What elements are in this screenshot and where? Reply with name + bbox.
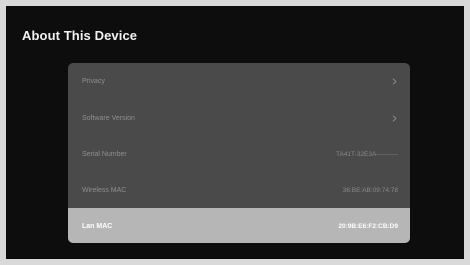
wireless-mac-value: 36:BE:AB:09:74:78 <box>342 186 398 194</box>
list-item-lan-mac[interactable]: Lan MAC 20:9B:E6:F2:CB:D9 <box>68 208 410 243</box>
list-item-wireless-mac[interactable]: Wireless MAC 36:BE:AB:09:74:78 <box>68 172 410 208</box>
settings-list: Privacy Software Version Serial Number T… <box>68 63 410 243</box>
serial-number-value: TA41T-32E3A---------- <box>336 150 398 158</box>
list-item-label: Serial Number <box>82 150 127 158</box>
chevron-right-icon <box>390 114 398 122</box>
device-frame: About This Device Privacy Software Versi… <box>0 0 470 265</box>
lan-mac-value: 20:9B:E6:F2:CB:D9 <box>338 222 398 230</box>
list-item-label: Privacy <box>82 77 105 85</box>
list-item-serial-number[interactable]: Serial Number TA41T-32E3A---------- <box>68 136 410 172</box>
tv-screen: About This Device Privacy Software Versi… <box>6 6 464 259</box>
list-item-label: Wireless MAC <box>82 186 127 194</box>
list-item-label: Lan MAC <box>82 222 113 230</box>
list-item-label: Software Version <box>82 114 135 122</box>
chevron-right-icon <box>390 77 398 85</box>
list-item-software-version[interactable]: Software Version <box>68 100 410 136</box>
list-item-privacy[interactable]: Privacy <box>68 63 410 99</box>
page-title: About This Device <box>22 28 138 43</box>
